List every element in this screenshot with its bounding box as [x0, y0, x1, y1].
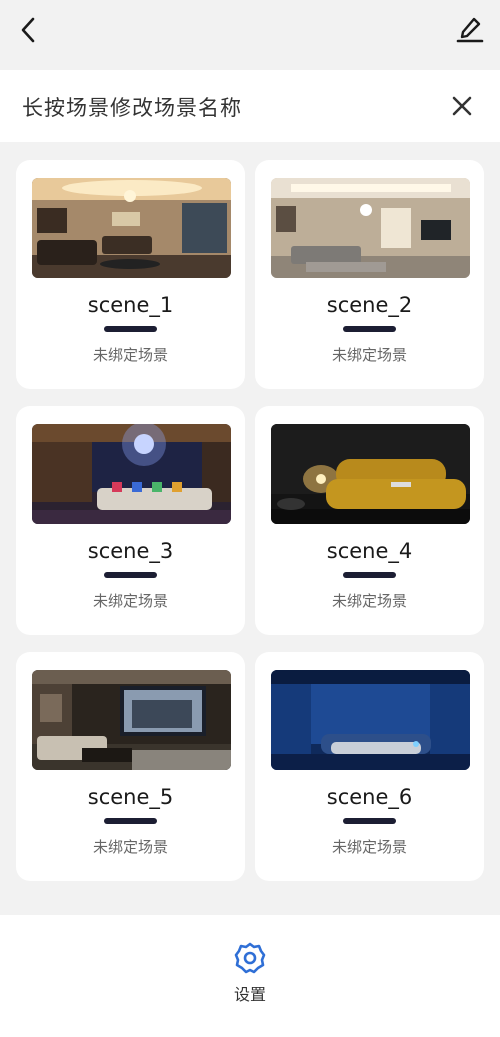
scene-status: 未绑定场景 [331, 838, 407, 856]
scene-status: 未绑定场景 [331, 592, 407, 610]
scene-name: scene_1 [87, 293, 174, 317]
scene-indicator [343, 572, 396, 578]
close-icon [452, 96, 472, 116]
scene-image [271, 670, 470, 770]
scene-grid: scene_1 未绑定场景 scene_2 未绑定场景 scene_3 未绑定场… [16, 160, 484, 881]
scene-name: scene_5 [87, 785, 174, 809]
close-hint-button[interactable] [448, 92, 476, 120]
scene-image [32, 670, 231, 770]
settings-label: 设置 [233, 985, 266, 1004]
scene-image [271, 178, 470, 278]
top-bar [0, 0, 500, 70]
scene-image [32, 424, 231, 524]
scene-card[interactable]: scene_2 未绑定场景 [255, 160, 484, 389]
back-button[interactable] [14, 14, 44, 46]
scene-status: 未绑定场景 [92, 346, 168, 364]
pencil-icon [456, 17, 484, 43]
scene-indicator [343, 818, 396, 824]
scene-name: scene_6 [326, 785, 413, 809]
bottom-bar: 设置 [0, 915, 500, 1037]
scene-indicator [104, 818, 157, 824]
scene-name: scene_3 [87, 539, 174, 563]
scene-name: scene_2 [326, 293, 413, 317]
chevron-left-icon [21, 17, 35, 43]
scene-indicator [104, 572, 157, 578]
hint-bar: 长按场景修改场景名称 [0, 70, 500, 142]
scene-status: 未绑定场景 [92, 838, 168, 856]
scene-card[interactable]: scene_1 未绑定场景 [16, 160, 245, 389]
scene-status: 未绑定场景 [92, 592, 168, 610]
scene-status: 未绑定场景 [331, 346, 407, 364]
gear-icon [234, 942, 266, 974]
scene-indicator [104, 326, 157, 332]
scene-card[interactable]: scene_6 未绑定场景 [255, 652, 484, 881]
scene-card[interactable]: scene_3 未绑定场景 [16, 406, 245, 635]
scene-card[interactable]: scene_5 未绑定场景 [16, 652, 245, 881]
edit-button[interactable] [454, 14, 486, 46]
scene-name: scene_4 [326, 539, 413, 563]
settings-button[interactable]: 设置 [210, 941, 290, 1013]
hint-text: 长按场景修改场景名称 [22, 96, 242, 120]
scene-image [32, 178, 231, 278]
scene-indicator [343, 326, 396, 332]
scene-card[interactable]: scene_4 未绑定场景 [255, 406, 484, 635]
scene-image [271, 424, 470, 524]
